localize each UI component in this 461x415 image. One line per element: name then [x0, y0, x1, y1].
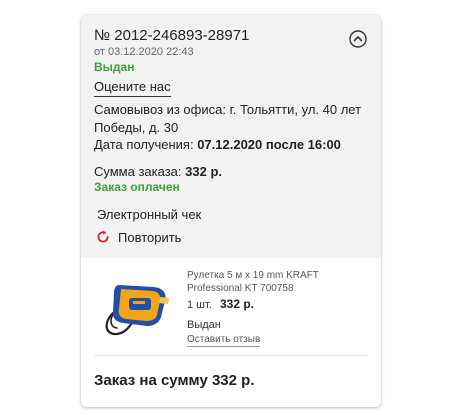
repeat-order-button[interactable]: Повторить: [95, 229, 181, 245]
rate-us-link[interactable]: Оцените нас: [94, 79, 171, 97]
order-sum-label: Сумма заказа:: [94, 164, 182, 179]
repeat-label: Повторить: [118, 229, 182, 245]
leave-review-link[interactable]: Оставить отзыв: [187, 334, 261, 347]
item-quantity: 1 шт.: [187, 299, 212, 311]
order-status: Выдан: [94, 60, 135, 74]
item-price: 332 р.: [220, 297, 255, 311]
repeat-icon: [95, 229, 111, 245]
collapse-button[interactable]: [349, 30, 367, 48]
order-sum-value: 332 р.: [185, 164, 222, 179]
product-image[interactable]: [99, 271, 174, 341]
order-number: № 2012-246893-28971: [94, 27, 250, 44]
delivery-date: Дата получения: 07.12.2020 после 16:00: [94, 137, 341, 152]
pickup-address: Самовывоз из офиса: г. Тольятти, ул. 40 …: [94, 102, 362, 135]
item-status: Выдан: [187, 319, 221, 331]
chevron-up-icon: [349, 30, 367, 48]
order-date: от 03.12.2020 22:43: [94, 46, 194, 58]
order-card: № 2012-246893-28971 от 03.12.2020 22:43 …: [81, 15, 381, 407]
product-name[interactable]: Рулетка 5 м х 19 mm KRAFT Professional K…: [187, 269, 367, 295]
divider: [94, 355, 368, 356]
tape-measure-icon: [105, 285, 169, 336]
delivery-date-label: Дата получения:: [94, 137, 194, 152]
electronic-receipt-link[interactable]: Электронный чек: [97, 207, 201, 222]
delivery-date-value: 07.12.2020 после 16:00: [197, 137, 341, 152]
payment-status: Заказ оплачен: [94, 180, 180, 194]
order-sum: Сумма заказа: 332 р.: [94, 164, 222, 179]
order-total: Заказ на сумму 332 р.: [94, 372, 255, 389]
